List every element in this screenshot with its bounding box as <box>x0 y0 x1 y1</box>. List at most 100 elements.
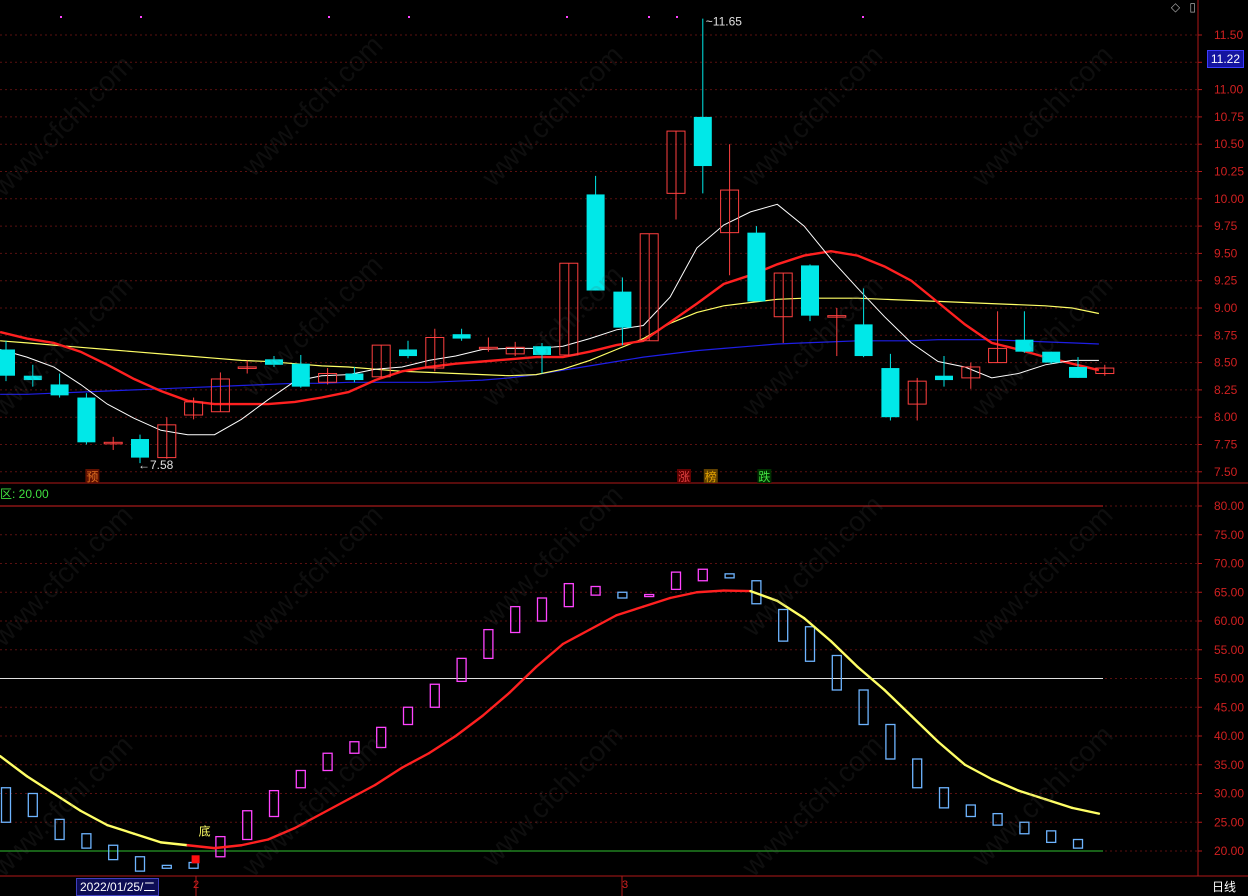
osc-signal-segment <box>159 841 189 847</box>
candle-body <box>50 384 69 396</box>
osc-tick-label: 20.00 <box>1214 844 1244 858</box>
candle-body <box>881 368 900 418</box>
candle[interactable] <box>1015 311 1034 353</box>
candle[interactable] <box>693 18 712 194</box>
osc-signal-segment <box>963 763 993 781</box>
price-tick-label: 11.50 <box>1214 28 1243 42</box>
candle[interactable] <box>399 340 417 359</box>
osc-bar <box>322 752 333 772</box>
osc-bar <box>483 628 494 660</box>
candle[interactable] <box>559 262 579 357</box>
osc-bar <box>242 810 253 841</box>
diamond-icon[interactable]: ◇ <box>1171 0 1180 14</box>
osc-tick-label: 40.00 <box>1214 729 1244 743</box>
candle[interactable] <box>505 341 525 357</box>
candle[interactable] <box>881 353 900 421</box>
event-dot <box>60 16 62 18</box>
candle[interactable] <box>452 328 471 341</box>
candle-body <box>265 359 283 365</box>
osc-signal-segment <box>910 714 940 743</box>
candle[interactable] <box>961 362 981 389</box>
price-tick-label: 10.50 <box>1214 137 1244 151</box>
osc-signal-segment <box>642 596 672 608</box>
osc-signal-segment <box>990 777 1020 792</box>
candle-body <box>1042 351 1061 363</box>
osc-signal-segment <box>1017 789 1047 801</box>
candle[interactable] <box>827 308 847 357</box>
price-tick-label: 9.75 <box>1214 219 1238 233</box>
candle[interactable] <box>50 373 69 398</box>
price-tick-label: 8.25 <box>1214 383 1238 397</box>
osc-bar <box>778 608 789 642</box>
event-dot <box>648 16 650 18</box>
indicator-caption: 区: 20.00 <box>0 487 49 501</box>
candle[interactable] <box>371 344 391 378</box>
event-dot <box>328 16 330 18</box>
candle[interactable] <box>907 377 927 421</box>
osc-tick-label: 80.00 <box>1214 499 1244 513</box>
osc-signal-segment <box>347 783 377 801</box>
candle[interactable] <box>265 356 283 367</box>
osc-signal-segment <box>374 766 404 787</box>
osc-bar <box>376 726 387 749</box>
stock-chart[interactable]: 11.5011.2511.0010.7510.5010.2510.009.759… <box>0 0 1248 896</box>
osc-bar <box>724 573 735 579</box>
candle[interactable] <box>666 130 686 220</box>
period-tab-daily[interactable]: 日线 <box>1212 878 1236 895</box>
price-tick-label: 7.50 <box>1214 465 1238 479</box>
marker-2: 榜 <box>705 469 717 484</box>
osc-signal-segment <box>588 614 618 631</box>
current-price-badge: 11.22 <box>1206 50 1244 68</box>
candle-body <box>586 194 605 291</box>
osc-bar <box>295 769 306 789</box>
ma5-line <box>0 203 1099 436</box>
osc-tick-label: 65.00 <box>1214 585 1244 599</box>
candle[interactable] <box>23 364 42 387</box>
osc-bar <box>268 789 280 818</box>
price-tick-label: 8.75 <box>1214 328 1238 342</box>
candle[interactable] <box>988 311 1008 364</box>
osc-signal-segment <box>561 628 591 646</box>
osc-tick-label: 45.00 <box>1214 700 1244 714</box>
candle[interactable] <box>801 264 819 322</box>
price-tick-label: 10.25 <box>1214 165 1244 179</box>
candle[interactable] <box>720 144 740 276</box>
marker-0: 预 <box>86 470 98 484</box>
candle[interactable] <box>1042 351 1061 364</box>
candle[interactable] <box>345 366 364 383</box>
osc-signal-segment <box>883 688 913 718</box>
osc-signal-segment <box>266 826 297 841</box>
candle[interactable] <box>586 175 605 291</box>
candle-body <box>399 349 417 357</box>
osc-bar <box>81 833 92 849</box>
ma10-line <box>0 249 1100 406</box>
osc-signal-segment <box>508 665 538 695</box>
osc-bar <box>402 706 414 726</box>
candle[interactable] <box>0 340 15 382</box>
osc-bar <box>0 787 12 823</box>
marker-3: 跌 <box>758 469 770 484</box>
scrollbar-icon[interactable]: ▯ <box>1189 0 1196 14</box>
osc-signal-segment <box>293 812 323 830</box>
candle[interactable] <box>747 226 766 302</box>
candle[interactable] <box>210 372 230 413</box>
osc-signal-segment <box>25 775 55 795</box>
candle-body <box>291 363 310 387</box>
candle[interactable] <box>77 393 96 445</box>
candle[interactable] <box>157 417 177 459</box>
osc-bar <box>510 605 521 634</box>
low-price-label: ←7.58 <box>138 458 174 472</box>
event-dot <box>408 16 410 18</box>
candle[interactable] <box>103 436 123 450</box>
high-price-label: ~11.65 <box>706 15 742 29</box>
osc-signal-segment <box>186 844 216 850</box>
osc-bar <box>108 844 119 861</box>
candle-body <box>693 116 712 167</box>
osc-bar <box>617 591 628 599</box>
candle[interactable] <box>291 354 310 388</box>
osc-tick-label: 55.00 <box>1214 643 1244 657</box>
price-tick-label: 9.25 <box>1214 274 1238 288</box>
osc-bar <box>349 741 360 754</box>
candle-body <box>935 375 953 381</box>
candle[interactable] <box>639 233 659 342</box>
